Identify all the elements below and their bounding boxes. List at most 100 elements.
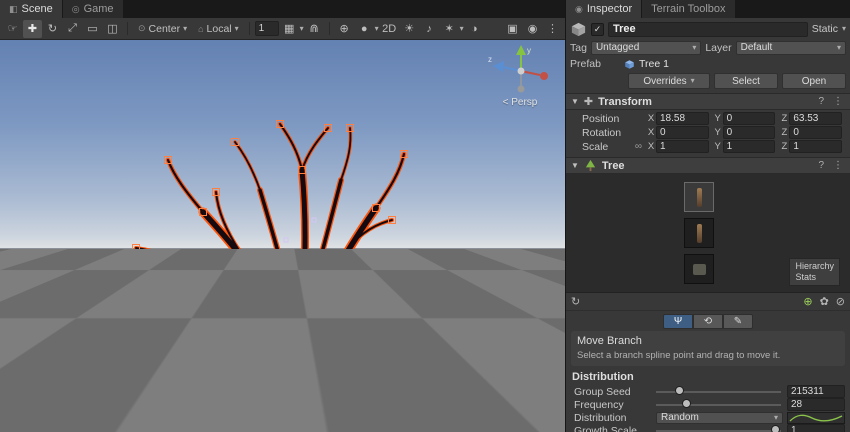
leaf-group-node[interactable]: [684, 254, 714, 284]
growth-scale-field[interactable]: [787, 424, 845, 432]
layer-dropdown[interactable]: Default ▾: [736, 41, 846, 55]
prefab-cube-icon: [624, 59, 635, 70]
tab-inspector[interactable]: ◉ Inspector: [566, 0, 641, 18]
scale-x-field[interactable]: [656, 140, 709, 153]
branch-group-node[interactable]: [684, 218, 714, 248]
rotate-branch-tool-button[interactable]: ⟲: [693, 314, 723, 329]
rotation-label: Rotation: [582, 127, 646, 139]
prefab-name[interactable]: Tree 1: [639, 58, 669, 70]
tag-label: Tag: [570, 42, 587, 54]
effects-caret-icon[interactable]: ▾: [460, 25, 464, 33]
leaf-thumbnail: [693, 264, 706, 275]
inspector-tabstrip: ◉ Inspector Terrain Toolbox: [566, 0, 850, 18]
tree-object[interactable]: [18, 40, 538, 418]
snap-crosshair-button[interactable]: ⊕: [335, 20, 354, 38]
transform-header[interactable]: ▼ ✚ Transform ? ⋮: [566, 93, 850, 110]
mode-2d-toggle[interactable]: 2D: [380, 20, 399, 38]
tab-game[interactable]: ◎ Game: [63, 0, 123, 18]
frequency-field[interactable]: [787, 398, 845, 411]
hand-tool-button[interactable]: ☞: [3, 20, 22, 38]
effects-toggle[interactable]: ✶: [440, 20, 459, 38]
slider-knob[interactable]: [682, 399, 691, 408]
tree-foldout-icon[interactable]: ▼: [571, 161, 579, 170]
pivot-dropdown[interactable]: ⊙ Center ▾: [133, 20, 192, 37]
transform-foldout-icon[interactable]: ▼: [571, 97, 579, 106]
distribution-dropdown[interactable]: Random ▾: [656, 412, 783, 424]
position-y-field[interactable]: [723, 112, 776, 125]
slider-knob[interactable]: [771, 425, 780, 432]
rotation-z-field[interactable]: [789, 126, 842, 139]
scale-tool-button[interactable]: ⤢: [63, 20, 82, 38]
gameobject-name-field[interactable]: [608, 22, 808, 37]
tree-hierarchy-canvas[interactable]: Hierarchy Stats: [566, 174, 850, 293]
tree-menu-icon[interactable]: ⋮: [831, 160, 845, 171]
select-button[interactable]: Select: [714, 73, 778, 89]
position-x-field[interactable]: [656, 112, 709, 125]
move-branch-tool-button[interactable]: Ψ: [663, 314, 693, 329]
frequency-slider[interactable]: [656, 398, 783, 411]
slider-knob[interactable]: [675, 386, 684, 395]
rect-tool-button[interactable]: ▭: [83, 20, 102, 38]
space-dropdown[interactable]: ⌂ Local ▾: [193, 20, 244, 37]
tree-component-header[interactable]: ▼ Tree ? ⋮: [566, 157, 850, 174]
lighting-toggle[interactable]: ☀: [400, 20, 419, 38]
frequency-row: Frequency: [566, 398, 850, 411]
add-leaf-group-icon[interactable]: ✿: [820, 295, 829, 308]
refresh-icon[interactable]: ↻: [571, 295, 580, 308]
transform-tool-button[interactable]: ◫: [103, 20, 122, 38]
grid-visibility-button[interactable]: ▦: [280, 20, 299, 38]
transform-fields: Position X Y Z Rotation X Y Z Scale: [566, 110, 850, 157]
shading-mode-button[interactable]: ●: [355, 20, 374, 38]
scale-y-field[interactable]: [723, 140, 776, 153]
rotate-tool-button[interactable]: ↻: [43, 20, 62, 38]
active-checkbox[interactable]: ✓: [591, 23, 604, 36]
group-seed-field[interactable]: [787, 385, 845, 398]
position-z-field[interactable]: [789, 112, 842, 125]
transform-menu-icon[interactable]: ⋮: [831, 96, 845, 107]
layer-value: Default: [741, 42, 834, 53]
delete-group-icon[interactable]: ⊘: [836, 295, 845, 308]
scene-view-menu-button[interactable]: ⋮: [543, 20, 562, 38]
tab-scene[interactable]: ◧ Scene: [0, 0, 62, 18]
tab-terrain-toolbox[interactable]: Terrain Toolbox: [642, 0, 734, 18]
game-tab-icon: ◎: [72, 4, 80, 15]
tag-dropdown[interactable]: Untagged ▾: [591, 41, 701, 55]
pivot-caret-icon: ▾: [183, 25, 187, 33]
open-button[interactable]: Open: [782, 73, 846, 89]
snap-toggle-button[interactable]: ⋒: [305, 20, 324, 38]
scene-tab-icon: ◧: [9, 4, 18, 15]
uniform-scale-link-icon[interactable]: ∞: [635, 141, 642, 153]
axis-z-label: Z: [779, 127, 789, 138]
move-tool-button[interactable]: ✚: [23, 20, 42, 38]
tree-root-node[interactable]: [684, 182, 714, 212]
camera-settings-button[interactable]: ▣: [503, 20, 522, 38]
shading-caret-icon[interactable]: ▾: [375, 25, 379, 33]
overrides-caret-icon: ▾: [691, 77, 695, 85]
rotation-x-field[interactable]: [656, 126, 709, 139]
static-label[interactable]: Static: [812, 23, 838, 35]
rotation-y-field[interactable]: [723, 126, 776, 139]
position-row: Position X Y Z: [570, 112, 846, 125]
grid-caret-icon[interactable]: ▾: [300, 25, 304, 33]
static-caret-icon[interactable]: ▾: [842, 25, 846, 33]
distribution-caret-icon: ▾: [774, 414, 778, 422]
scene-viewport[interactable]: y z < Persp: [0, 40, 565, 432]
projection-toggle[interactable]: < Persp: [487, 97, 553, 108]
group-seed-slider[interactable]: [656, 385, 783, 398]
snap-increment-field[interactable]: [255, 21, 279, 36]
orientation-gizmo[interactable]: y z < Persp: [487, 44, 553, 108]
growth-scale-slider[interactable]: [656, 424, 783, 432]
tree-editor-toolbar: ↻ ⊕ ✿ ⊘: [566, 293, 850, 311]
transform-help-icon[interactable]: ?: [816, 96, 826, 107]
free-hand-tool-button[interactable]: ✎: [723, 314, 753, 329]
add-branch-group-icon[interactable]: ⊕: [803, 295, 812, 308]
audio-toggle[interactable]: ♪: [420, 20, 439, 38]
scale-z-field[interactable]: [789, 140, 842, 153]
tree-help-icon[interactable]: ?: [816, 160, 826, 171]
distribution-curve-field[interactable]: [787, 412, 845, 424]
gizmos-visibility-button[interactable]: ◉: [523, 20, 542, 38]
game-tab-label: Game: [84, 3, 114, 15]
tree-component-icon: [584, 159, 597, 172]
scene-visibility-toggle[interactable]: ◑: [465, 20, 484, 38]
overrides-button[interactable]: Overrides ▾: [628, 73, 710, 89]
